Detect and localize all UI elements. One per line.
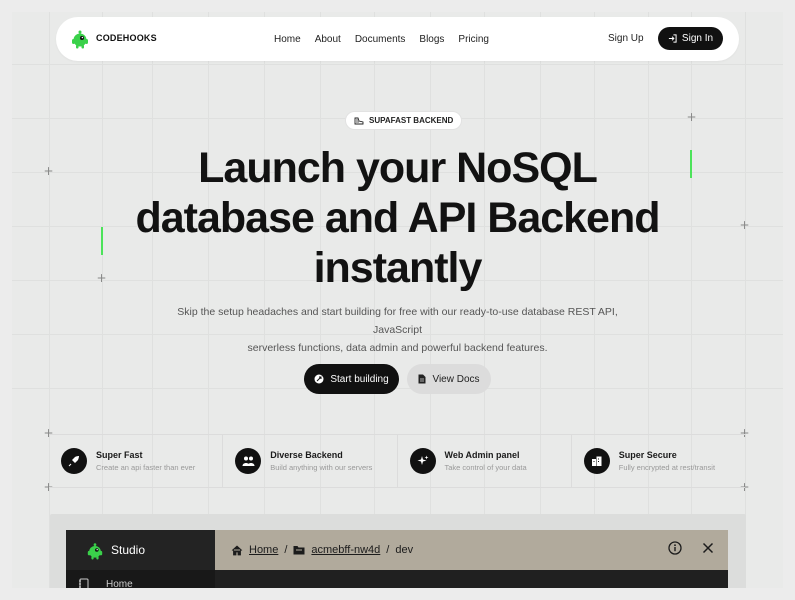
hero-badge: SUPAFAST BACKEND: [345, 111, 463, 130]
breadcrumb-separator: /: [386, 544, 390, 556]
feature-item: Diverse Backend Build anything with our …: [223, 435, 398, 487]
grid-line: [540, 12, 541, 588]
nav-links: Home About Documents Blogs Pricing: [274, 17, 503, 61]
navbar: CODEHOOKS Home About Documents Blogs Pri…: [56, 17, 739, 61]
grid-line: [208, 12, 209, 588]
rocket-icon: [61, 448, 87, 474]
folder-icon: [293, 546, 305, 555]
brand-logo-link[interactable]: CODEHOOKS: [70, 27, 157, 49]
nav-link-pricing[interactable]: Pricing: [458, 34, 489, 45]
hero-title-line: Launch your NoSQL: [198, 144, 598, 192]
notebook-icon: [79, 578, 89, 588]
grid-line: [12, 388, 783, 389]
grid-line: [594, 12, 595, 588]
hero-subtitle: Skip the setup headaches and start build…: [152, 303, 643, 357]
grid-line: [264, 12, 265, 588]
feature-title: Diverse Backend: [270, 450, 343, 460]
feature-title: Web Admin panel: [444, 450, 520, 460]
hero-title-line: database and API Backend: [135, 194, 660, 242]
plus-icon: +: [686, 110, 697, 124]
feature-desc: Build anything with our servers: [270, 463, 373, 472]
page-frame: + + + + + + + + CODEHOOKS Home About Doc…: [12, 12, 783, 588]
studio-preview: Studio Home Home / acmebff-nw4d / dev: [50, 514, 746, 588]
studio-sidebar: Studio Home: [66, 530, 215, 588]
nav-link-blogs[interactable]: Blogs: [419, 34, 444, 45]
feature-desc: Take control of your data: [444, 463, 527, 472]
feature-item: Web Admin panel Take control of your dat…: [398, 435, 572, 487]
grid-line: [102, 12, 103, 588]
close-icon[interactable]: [702, 542, 714, 554]
studio-window: Studio Home Home / acmebff-nw4d / dev: [66, 530, 728, 588]
mascot-logo-icon: [72, 30, 88, 49]
feature-item: Super Secure Fully encrypted at rest/tra…: [572, 435, 745, 487]
studio-sidebar-header: Studio: [66, 530, 215, 570]
feature-desc: Fully encrypted at rest/transit: [618, 463, 716, 472]
studio-breadcrumb-bar: Home / acmebff-nw4d / dev: [215, 530, 728, 570]
grid-line: [691, 12, 692, 588]
view-docs-button[interactable]: View Docs: [407, 364, 491, 394]
sign-up-link[interactable]: Sign Up: [608, 33, 644, 44]
info-icon[interactable]: [668, 541, 682, 555]
sidebar-item-home[interactable]: Home: [66, 578, 215, 588]
grid-line: [374, 12, 375, 588]
grid-line: [152, 12, 153, 588]
hero-subtitle-line: Skip the setup headaches and start build…: [177, 306, 618, 336]
building-icon: [583, 448, 610, 474]
sign-in-button[interactable]: Sign In: [658, 27, 723, 50]
breadcrumb-separator: /: [284, 544, 288, 556]
home-icon: [231, 544, 243, 555]
studio-content: [215, 570, 728, 588]
grid-line: [648, 12, 649, 588]
breadcrumb-home-link[interactable]: Home: [249, 544, 278, 556]
breadcrumb-project-link[interactable]: acmebff-nw4d: [311, 544, 380, 556]
document-icon: [418, 374, 426, 384]
hero-title: Launch your NoSQL database and API Backe…: [12, 143, 783, 293]
view-docs-label: View Docs: [432, 373, 480, 385]
hero-subtitle-line: serverless functions, data admin and pow…: [247, 342, 548, 354]
mascot-logo-icon: [87, 543, 103, 560]
feature-item: Super Fast Create an api faster than eve…: [49, 435, 224, 487]
nav-link-home[interactable]: Home: [274, 34, 301, 45]
brand-name: CODEHOOKS: [96, 33, 157, 43]
feature-title: Super Fast: [96, 450, 143, 460]
grid-line: [430, 12, 431, 588]
rocket-circle-icon: [314, 374, 324, 384]
feature-desc: Create an api faster than ever: [96, 463, 196, 472]
feature-title: Super Secure: [618, 450, 677, 460]
grid-line: [484, 12, 485, 588]
sidebar-item-label: Home: [106, 578, 133, 589]
grid-line: [745, 12, 746, 588]
breadcrumb-space: dev: [395, 544, 414, 556]
features-row: Super Fast Create an api faster than eve…: [49, 434, 745, 488]
nav-link-about[interactable]: About: [315, 34, 341, 45]
sign-in-label: Sign In: [681, 33, 714, 44]
grid-line: [49, 12, 50, 588]
studio-top-icons: [668, 541, 714, 555]
sign-in-icon: [668, 34, 677, 43]
start-building-button[interactable]: Start building: [304, 364, 399, 394]
studio-name: Studio: [111, 543, 146, 557]
sparkle-icon: [409, 448, 436, 474]
hero-title-line: instantly: [313, 244, 483, 292]
grid-line: [320, 12, 321, 588]
nav-link-documents[interactable]: Documents: [355, 34, 406, 45]
shoe-icon: [354, 117, 364, 125]
start-building-label: Start building: [330, 373, 389, 385]
grid-line: [12, 64, 783, 65]
users-icon: [235, 448, 262, 474]
hero-badge-label: SUPAFAST BACKEND: [369, 116, 454, 125]
